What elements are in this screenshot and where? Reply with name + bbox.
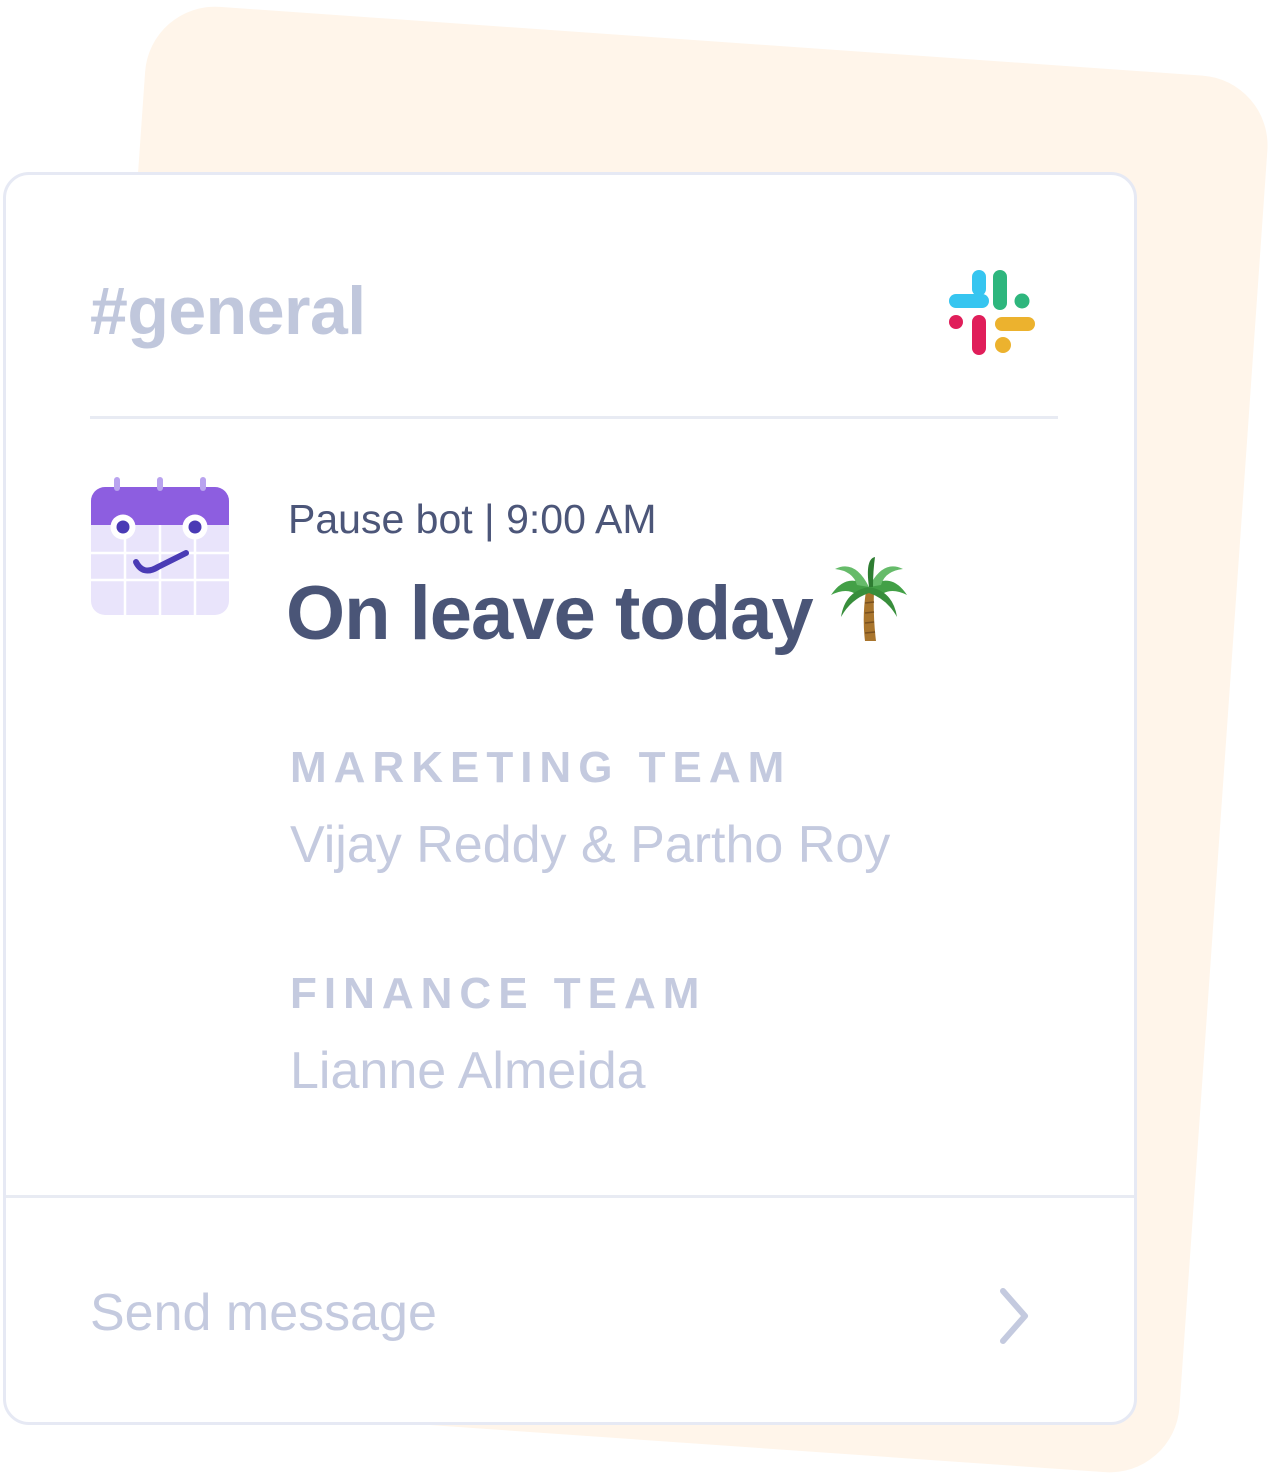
headline-text: On leave today: [286, 571, 814, 656]
palm-tree-icon: [830, 557, 907, 641]
team-members-finance: Lianne Almeida: [290, 1042, 646, 1100]
team-label-finance: FINANCE TEAM: [290, 969, 707, 1018]
slack-logo-icon: [949, 270, 1035, 355]
send-button[interactable]: [984, 1281, 1040, 1351]
header-divider: [90, 416, 1058, 419]
composer-divider: [6, 1195, 1134, 1198]
team-label-marketing: MARKETING TEAM: [290, 743, 792, 792]
slack-message-card: #general Pause bot | 9:00 AM On leave to…: [3, 172, 1137, 1425]
calendar-face-icon: [91, 477, 229, 615]
message-meta: Pause bot | 9:00 AM: [288, 496, 657, 542]
team-members-marketing: Vijay Reddy & Partho Roy: [290, 816, 891, 874]
chevron-right-icon: [1000, 1288, 1028, 1344]
message-headline: On leave today: [286, 557, 911, 662]
send-message-input[interactable]: [90, 1281, 910, 1345]
channel-title: #general: [90, 273, 366, 349]
